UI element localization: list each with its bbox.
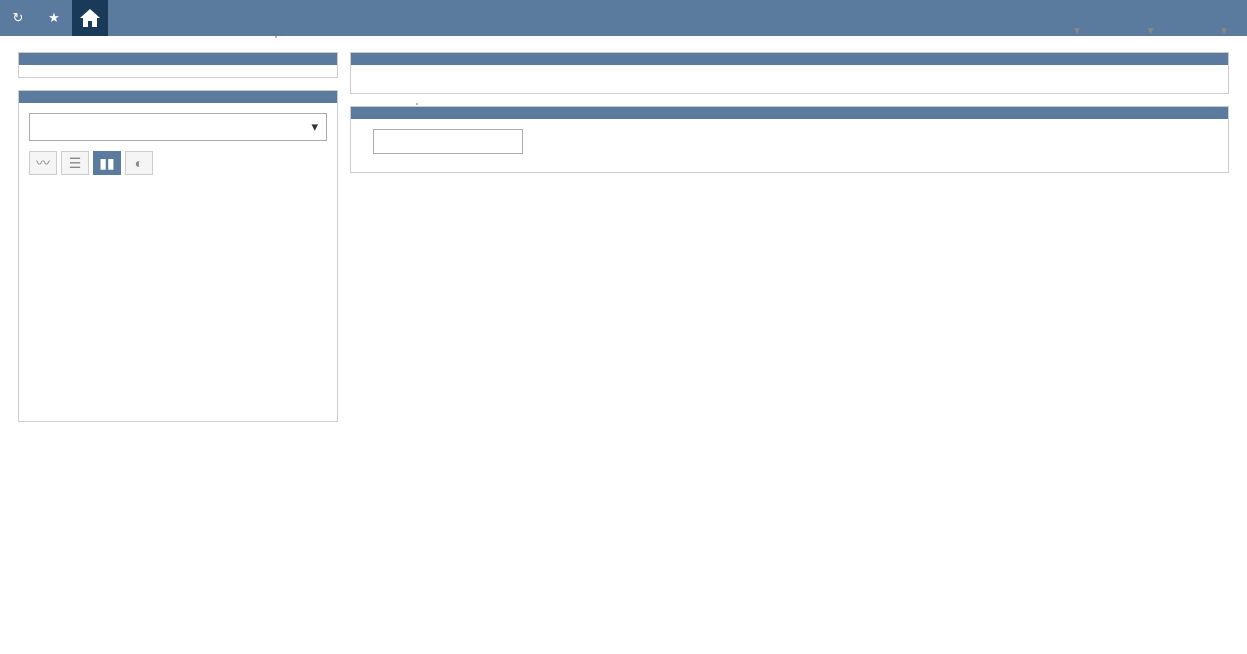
star-icon[interactable]: ★ (36, 0, 72, 36)
reminders-header (19, 53, 337, 65)
top-actions: ▼ ▼ ▼ (1012, 22, 1229, 37)
chevron-down-icon: ▾ (311, 119, 318, 135)
home-icon[interactable] (72, 0, 108, 36)
opportunities-submenu (275, 36, 277, 38)
chart-type-vbar-icon[interactable]: ▮▮ (93, 151, 121, 175)
salesreps-portlet: ▾ 〰 ☰ ▮▮ ◐ (18, 90, 338, 422)
chart-type-pie-icon[interactable]: ◐ (125, 151, 153, 175)
kpi-portlet (350, 52, 1229, 94)
conversion-header (351, 107, 1228, 119)
layout-link[interactable]: ▼ (1179, 22, 1229, 37)
conversion-portlet (350, 106, 1229, 173)
period-dropdown[interactable]: ▾ (29, 113, 327, 141)
chart-area (19, 191, 337, 421)
history-icon[interactable]: ↻ (0, 0, 36, 36)
salesreps-header (19, 91, 337, 103)
personalize-link[interactable]: ▼ (1106, 22, 1156, 37)
reminders-portlet (18, 52, 338, 78)
chart-type-line-icon[interactable]: 〰 (29, 151, 57, 175)
kpi-header (351, 53, 1228, 65)
conversion-total (351, 164, 1228, 172)
transactions-submenu (416, 103, 418, 105)
viewing-link[interactable]: ▼ (1032, 22, 1082, 37)
date-input[interactable] (373, 129, 523, 154)
chart-type-hbar-icon[interactable]: ☰ (61, 151, 89, 175)
